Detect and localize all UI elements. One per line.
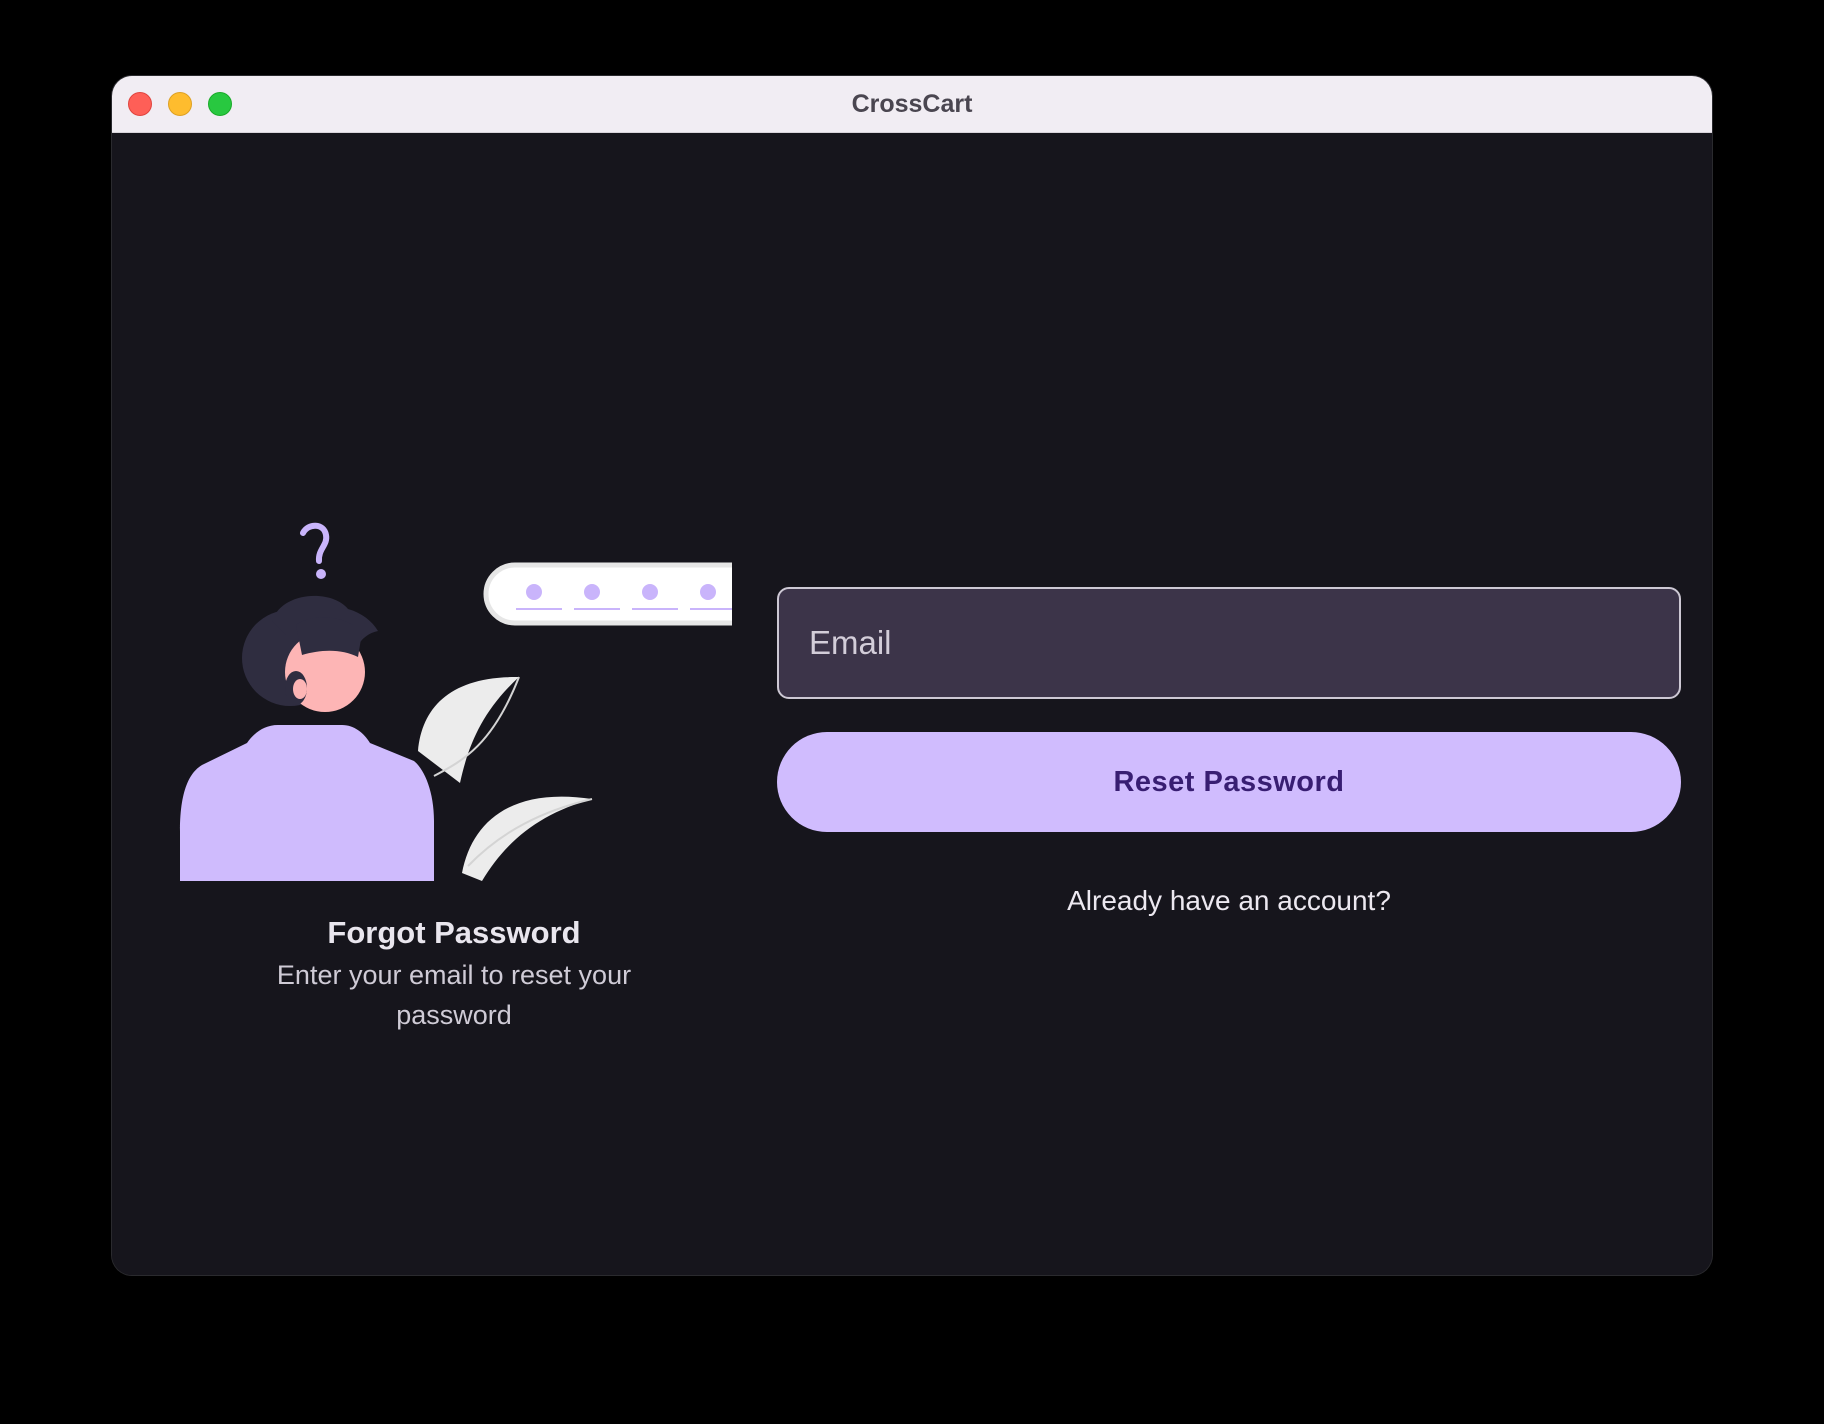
plant-leaves bbox=[418, 676, 593, 881]
forgot-password-screen: Forgot Password Enter your email to rese… bbox=[112, 133, 1712, 1275]
person-body bbox=[180, 725, 434, 881]
password-dots-bubble bbox=[483, 562, 732, 626]
already-have-account-link[interactable]: Already have an account? bbox=[777, 885, 1681, 917]
title-bar[interactable]: CrossCart bbox=[112, 76, 1712, 133]
page-subtitle: Enter your email to reset your password bbox=[276, 960, 632, 1030]
person-head bbox=[242, 595, 378, 712]
reset-password-button[interactable]: Reset Password bbox=[777, 732, 1681, 832]
person-forgot-password-illustration bbox=[180, 522, 732, 881]
window-title: CrossCart bbox=[851, 90, 973, 118]
page-title: Forgot Password bbox=[327, 915, 581, 950]
question-mark-icon bbox=[300, 522, 330, 579]
email-field[interactable] bbox=[777, 587, 1681, 699]
app-window: CrossCart Forgot Password Enter your ema… bbox=[112, 76, 1712, 1275]
